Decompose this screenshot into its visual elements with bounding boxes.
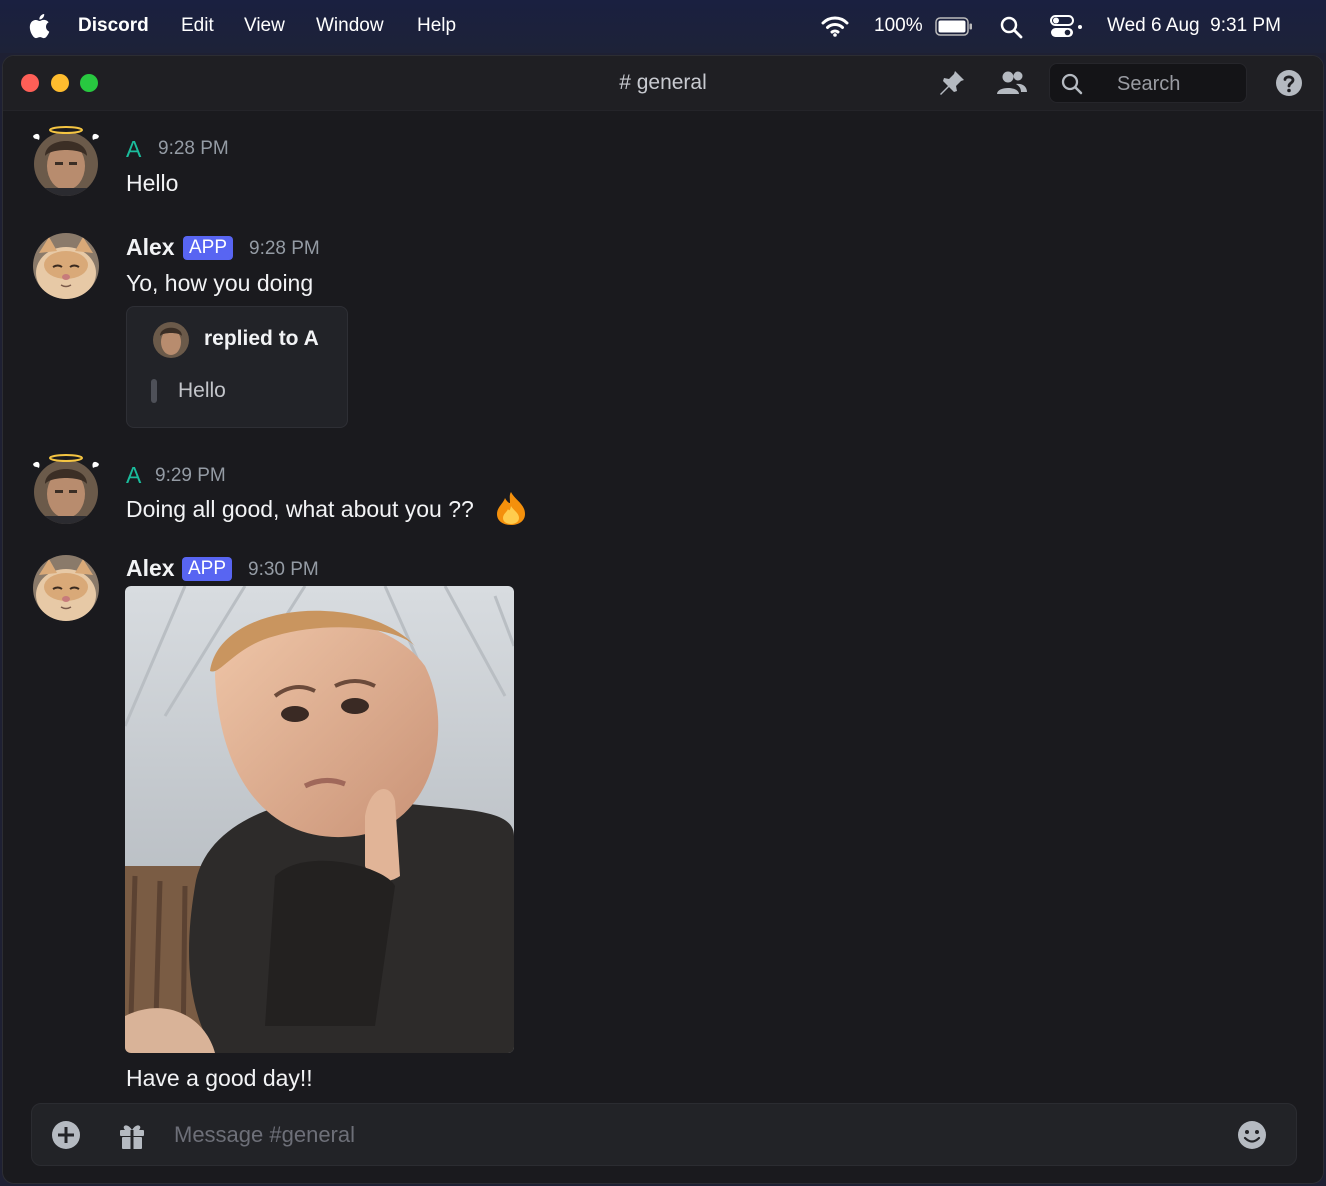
message-timestamp: 9:28 PM <box>158 138 229 159</box>
menu-app-name[interactable]: Discord <box>78 15 149 37</box>
help-icon[interactable] <box>1275 69 1303 97</box>
wifi-icon[interactable] <box>821 15 849 37</box>
search-box[interactable]: Search <box>1049 63 1247 103</box>
gift-icon[interactable] <box>117 1120 147 1150</box>
search-icon <box>1061 73 1083 95</box>
apple-logo-icon[interactable] <box>28 13 50 39</box>
menu-window[interactable]: Window <box>316 15 384 37</box>
message-timestamp: 9:29 PM <box>155 465 226 486</box>
user-a-avatar[interactable] <box>31 126 101 196</box>
add-attachment-icon[interactable] <box>51 1120 81 1150</box>
title-bar: # general Search <box>3 56 1323 111</box>
battery-percent: 100% <box>874 15 923 36</box>
macos-menubar: Discord Edit View Window Help 100% Wed 6… <box>0 0 1326 53</box>
message-timestamp: 9:30 PM <box>248 559 319 580</box>
control-center-icon[interactable] <box>1050 15 1084 39</box>
reply-card[interactable]: replied to A Hello <box>126 306 348 428</box>
message-author[interactable]: A <box>126 462 141 489</box>
spotlight-search-icon[interactable] <box>999 15 1023 39</box>
member-list-icon[interactable] <box>996 69 1028 97</box>
emoji-picker-icon[interactable] <box>1237 1120 1267 1150</box>
menubar-clock[interactable]: Wed 6 Aug 9:31 PM <box>1107 15 1281 37</box>
user-a-avatar[interactable] <box>31 454 101 524</box>
app-badge: APP <box>182 557 233 581</box>
menu-help[interactable]: Help <box>417 15 456 37</box>
menu-view[interactable]: View <box>244 15 285 37</box>
search-placeholder: Search <box>1117 73 1181 95</box>
message-author[interactable]: Alex <box>126 555 175 582</box>
battery-icon[interactable] <box>935 17 973 36</box>
message-author[interactable]: A <box>126 136 141 163</box>
baby-thumbs-up-photo[interactable] <box>125 586 514 1053</box>
message-text: Yo, how you doing <box>126 270 314 296</box>
discord-window: # general Search A 9:28 PM Hello Alex AP… <box>2 55 1324 1184</box>
pin-icon[interactable] <box>938 69 966 97</box>
menu-edit[interactable]: Edit <box>181 15 214 37</box>
app-badge: APP <box>183 236 234 260</box>
message-text: Doing all good, what about you ?? <box>126 496 474 522</box>
user-a-mini-avatar <box>153 322 189 358</box>
quote-bar <box>151 379 157 403</box>
fire-emoji-icon <box>497 492 525 525</box>
message-text: Have a good day!! <box>126 1065 313 1091</box>
message-timestamp: 9:28 PM <box>249 238 320 259</box>
message-author[interactable]: Alex <box>126 234 175 261</box>
message-input-placeholder[interactable]: Message #general <box>174 1122 355 1148</box>
alex-cat-avatar[interactable] <box>31 553 101 623</box>
message-composer[interactable]: Message #general <box>31 1103 1297 1166</box>
alex-cat-avatar[interactable] <box>31 231 101 301</box>
message-text: Hello <box>126 170 179 196</box>
reply-quote-text: Hello <box>178 379 226 402</box>
reply-title: replied to A <box>204 327 319 350</box>
